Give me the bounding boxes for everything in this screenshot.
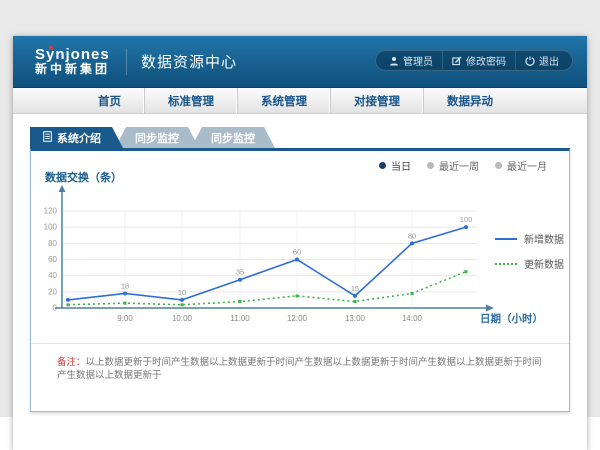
tab-label: 同步监控 [135,130,179,146]
period-option-today[interactable]: 当日 [379,158,411,173]
edit-icon [452,56,462,66]
x-tick-label: 10:00 [172,314,193,323]
tab-sync-monitor-2[interactable]: 同步监控 [191,127,275,148]
document-icon [43,131,52,145]
data-point-label: 80 [408,231,416,240]
x-axis-arrow [486,305,494,312]
data-point [464,225,468,229]
current-user-button[interactable]: 管理员 [380,51,442,70]
data-point [465,270,468,273]
x-tick-label: 13:00 [345,314,366,323]
y-tick-label: 80 [48,239,57,248]
period-label: 最近一月 [507,158,547,173]
data-point [123,291,127,295]
legend-item-updated-data: 更新数据 [495,256,564,271]
logo-text: Synjones [35,47,110,64]
data-point-label: 18 [121,281,129,290]
y-tick-label: 20 [48,287,57,296]
data-point [410,241,414,245]
nav-item-data-changes[interactable]: 数据异动 [423,88,516,113]
data-point-label: 60 [293,248,301,257]
y-tick-label: 120 [44,207,58,216]
company-logo: Synjones 新中新集团 [35,47,110,77]
tab-label: 同步监控 [211,130,255,146]
chart-panel: 当日 最近一周 最近一月 数据交换（条） 0204060801001209:00… [30,148,570,412]
tab-system-intro[interactable]: 系统介绍 [30,127,123,148]
data-exchange-line-chart: 0204060801001209:0010:0011:0012:0013:001… [37,183,557,335]
tab-bar: 系统介绍 同步监控 同步监控 [30,127,587,148]
legend-line-dotted [495,263,517,265]
period-label: 最近一周 [439,158,479,173]
data-point-label: 100 [460,215,473,224]
y-tick-label: 40 [48,271,57,280]
chart-legend: 新增数据 更新数据 [495,231,564,271]
footnote-text: 以上数据更新于时间产生数据以上数据更新于时间产生数据以上数据更新于时间产生数据以… [57,357,542,381]
y-tick-label: 100 [44,223,58,232]
data-point [353,294,357,298]
logout-button[interactable]: 退出 [515,51,568,70]
tab-sync-monitor-1[interactable]: 同步监控 [115,127,199,148]
data-point [411,292,414,295]
nav-item-system-mgmt[interactable]: 系统管理 [237,88,330,113]
x-tick-label: 11:00 [230,314,250,323]
data-point [180,298,184,302]
y-axis-arrow [59,185,66,192]
legend-line-solid [495,238,517,240]
x-tick-label: 9:00 [117,314,133,323]
data-point [239,300,242,303]
data-point [296,294,299,297]
app-title: 数据资源中心 [141,51,237,72]
period-filter: 当日 最近一周 最近一月 [379,158,547,173]
logo-accent-dot [49,46,53,50]
data-point-label: 10 [178,288,186,297]
header-divider [126,49,127,75]
user-icon [389,56,399,66]
data-point-label: 15 [351,284,359,293]
legend-label: 新增数据 [524,231,564,246]
x-axis-title: 日期（小时） [480,312,543,325]
data-point [124,302,127,305]
data-point [66,298,70,302]
legend-item-new-data: 新增数据 [495,231,564,246]
change-password-label: 修改密码 [466,53,506,68]
radio-dot [427,162,434,169]
data-point [67,303,70,306]
user-name: 管理员 [403,53,433,68]
footnote-label: 备注 [57,357,76,368]
x-tick-label: 12:00 [287,314,308,323]
logo-subtext: 新中新集团 [35,63,110,76]
x-tick-label: 14:00 [402,314,423,323]
legend-label: 更新数据 [524,256,564,271]
page: Synjones 新中新集团 数据资源中心 管理员 修改密码 [0,0,600,450]
data-point [354,300,357,303]
data-point [295,258,299,262]
data-point [238,278,242,282]
tab-label: 系统介绍 [57,130,101,146]
app-header: Synjones 新中新集团 数据资源中心 管理员 修改密码 [13,36,587,88]
data-point-label: 35 [236,268,244,277]
radio-dot [379,162,386,169]
footnote: 备注：以上数据更新于时间产生数据以上数据更新于时间产生数据以上数据更新于时间产生… [57,356,549,383]
note-divider [31,343,569,344]
change-password-button[interactable]: 修改密码 [442,51,515,70]
power-icon [525,56,535,66]
period-option-last-month[interactable]: 最近一月 [495,158,547,173]
nav-item-integration-mgmt[interactable]: 对接管理 [330,88,423,113]
nav-item-home[interactable]: 首页 [75,88,144,113]
user-bar: 管理员 修改密码 退出 [375,50,573,71]
main-nav: 首页 标准管理 系统管理 对接管理 数据异动 [13,88,587,114]
period-label: 当日 [391,158,411,173]
logout-label: 退出 [539,53,559,68]
app-window: Synjones 新中新集团 数据资源中心 管理员 修改密码 [13,36,587,450]
nav-item-standard-mgmt[interactable]: 标准管理 [144,88,237,113]
period-option-last-week[interactable]: 最近一周 [427,158,479,173]
radio-dot [495,162,502,169]
y-tick-label: 60 [48,255,57,264]
data-point [181,303,184,306]
